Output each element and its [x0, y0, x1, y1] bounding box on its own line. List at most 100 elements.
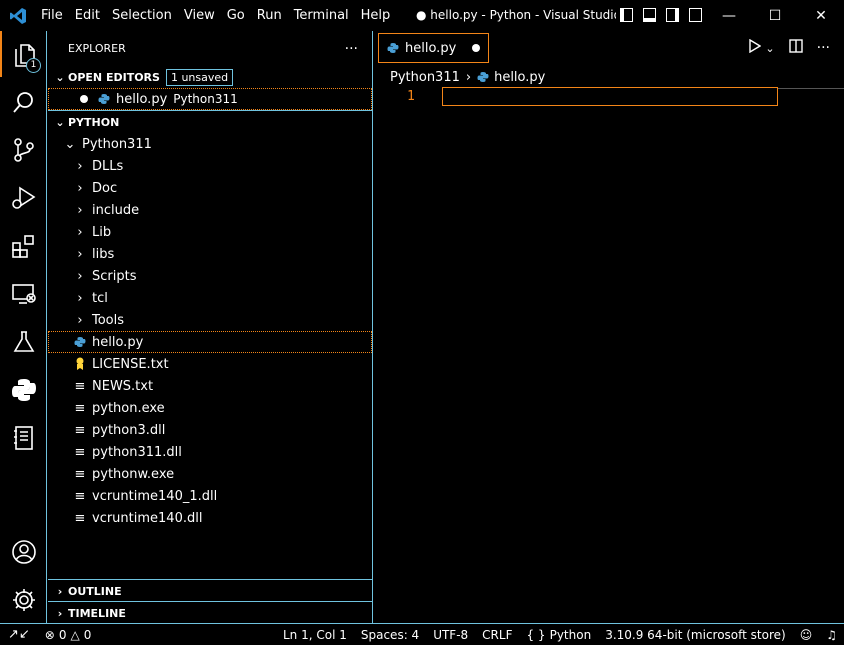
notifications-bell-icon[interactable]: ♫ — [819, 628, 844, 642]
split-editor-icon[interactable] — [788, 39, 803, 57]
toggle-panel-icon[interactable] — [643, 8, 656, 22]
menu-run[interactable]: Run — [251, 0, 288, 31]
tree-file[interactable]: ≡ NEWS.txt — [48, 375, 372, 397]
python-file-icon — [72, 336, 88, 348]
editor-actions: ⌄ ··· — [749, 38, 830, 57]
language-mode[interactable]: { } Python — [519, 628, 598, 642]
more-actions-icon[interactable]: ··· — [817, 40, 830, 56]
explorer-icon[interactable]: 1 — [0, 31, 47, 77]
editor-area: hello.py ⌄ ··· Python311 › hello.py 1 — [374, 31, 844, 623]
breadcrumb-folder[interactable]: Python311 — [390, 70, 460, 85]
encoding[interactable]: UTF-8 — [426, 628, 475, 642]
chevron-down-icon: ⌄ — [55, 115, 65, 129]
tree-item-label: python3.dll — [92, 422, 166, 438]
tree-item-label: vcruntime140_1.dll — [92, 488, 218, 504]
tree-file[interactable]: ≡ vcruntime140.dll — [48, 507, 372, 529]
explorer-badge: 1 — [26, 58, 41, 73]
tree-folder[interactable]: › Doc — [48, 177, 372, 199]
python-file-icon — [387, 42, 399, 54]
menu-terminal[interactable]: Terminal — [288, 0, 355, 31]
source-control-icon[interactable] — [0, 127, 47, 173]
close-icon[interactable]: ✕ — [798, 0, 844, 31]
python-interpreter[interactable]: 3.10.9 64-bit (microsoft store) — [598, 628, 793, 642]
accounts-icon[interactable] — [0, 529, 47, 575]
outline-header[interactable]: › OUTLINE — [48, 580, 373, 602]
tree-file[interactable]: ≡ python3.dll — [48, 419, 372, 441]
tree-files: hello.py LICENSE.txt ≡ NEWS.txt ≡ python.e… — [48, 331, 372, 529]
breadcrumb-file[interactable]: hello.py — [494, 70, 545, 85]
open-editors-header[interactable]: ⌄ OPEN EDITORS 1 unsaved — [48, 66, 372, 88]
menu-view[interactable]: View — [178, 0, 221, 31]
toggle-secondary-sidebar-icon[interactable] — [666, 8, 679, 22]
settings-gear-icon[interactable] — [0, 577, 47, 623]
explorer-sidebar: EXPLORER ··· ⌄ OPEN EDITORS 1 unsaved he… — [48, 31, 373, 623]
menu-file[interactable]: File — [35, 0, 69, 31]
feedback-icon[interactable]: ☺ — [793, 628, 820, 642]
chevron-down-icon: ⌄ — [55, 70, 65, 84]
run-debug-icon[interactable] — [0, 175, 47, 221]
tree-file[interactable]: ≡ python.exe — [48, 397, 372, 419]
toggle-sidebar-icon[interactable] — [620, 8, 633, 22]
run-python-file-icon[interactable] — [749, 38, 762, 57]
unsaved-dot-icon[interactable] — [472, 44, 480, 52]
customize-layout-icon[interactable] — [689, 8, 702, 22]
tree-file-hello-py[interactable]: hello.py — [48, 331, 372, 353]
menu-go[interactable]: Go — [221, 0, 251, 31]
python-icon[interactable] — [0, 367, 47, 413]
problems-indicator[interactable]: ⊗ 0 △ 0 — [38, 628, 99, 642]
tab-label: hello.py — [405, 40, 457, 56]
tree-file[interactable]: ≡ pythonw.exe — [48, 463, 372, 485]
outline-section: › OUTLINE — [48, 579, 373, 602]
more-actions-icon[interactable]: ··· — [345, 41, 358, 57]
tree-folder[interactable]: › Tools — [48, 309, 372, 331]
tree-file[interactable]: ≡ python311.dll — [48, 441, 372, 463]
window-title: ● hello.py - Python - Visual Studio C... — [416, 8, 616, 22]
language-label: Python — [549, 627, 592, 642]
open-editor-desc: Python311 — [173, 92, 238, 106]
chevron-down-icon[interactable]: ⌄ — [765, 42, 774, 55]
maximize-icon[interactable]: ☐ — [752, 0, 798, 31]
minimize-icon[interactable]: — — [706, 0, 752, 31]
python-folder-label: PYTHON — [68, 115, 120, 129]
python-folder-header[interactable]: ⌄ PYTHON — [48, 111, 372, 133]
remote-explorer-icon[interactable] — [0, 271, 47, 317]
testing-icon[interactable] — [0, 319, 47, 365]
python-file-icon — [96, 93, 112, 105]
tab-hello-py[interactable]: hello.py — [378, 33, 489, 63]
chevron-down-icon: ⌄ — [64, 136, 76, 152]
braces-icon: { } — [526, 627, 546, 642]
notebook-icon[interactable] — [0, 415, 47, 461]
end-of-line[interactable]: CRLF — [475, 628, 519, 642]
text-file-icon: ≡ — [74, 510, 86, 526]
open-editor-item[interactable]: hello.py Python311 — [48, 88, 372, 110]
tree-item-label: libs — [92, 246, 115, 262]
menu-edit[interactable]: Edit — [69, 0, 106, 31]
timeline-header[interactable]: › TIMELINE — [48, 602, 373, 624]
remote-indicator-icon[interactable]: ↗↙ — [0, 627, 38, 642]
tree-file[interactable]: LICENSE.txt — [48, 353, 372, 375]
tree-item-label: DLLs — [92, 158, 124, 174]
chevron-right-icon: › — [77, 224, 83, 240]
cursor-position[interactable]: Ln 1, Col 1 — [276, 628, 354, 642]
search-icon[interactable] — [0, 79, 47, 125]
tree-folder-python311[interactable]: ⌄ Python311 — [48, 133, 372, 155]
tree-folder[interactable]: › DLLs — [48, 155, 372, 177]
code-editor-line[interactable] — [442, 87, 778, 106]
extensions-icon[interactable] — [0, 223, 47, 269]
tree-folder[interactable]: › tcl — [48, 287, 372, 309]
minimap[interactable] — [778, 88, 844, 90]
tree-item-label: python311.dll — [92, 444, 182, 460]
breadcrumb: Python311 › hello.py — [374, 66, 844, 88]
tree-file[interactable]: ≡ vcruntime140_1.dll — [48, 485, 372, 507]
tree-folder[interactable]: › include — [48, 199, 372, 221]
tree-folders: › DLLs › Doc › include › Lib › libs › Scripts … — [48, 155, 372, 331]
menu-help[interactable]: Help — [355, 0, 397, 31]
unsaved-dot-icon[interactable] — [76, 95, 92, 103]
line-number: 1 — [407, 89, 415, 104]
indentation[interactable]: Spaces: 4 — [354, 628, 426, 642]
menu-selection[interactable]: Selection — [106, 0, 178, 31]
menu-bar: File Edit Selection View Go Run Terminal… — [35, 0, 396, 31]
tree-folder[interactable]: › Scripts — [48, 265, 372, 287]
tree-folder[interactable]: › libs — [48, 243, 372, 265]
tree-folder[interactable]: › Lib — [48, 221, 372, 243]
